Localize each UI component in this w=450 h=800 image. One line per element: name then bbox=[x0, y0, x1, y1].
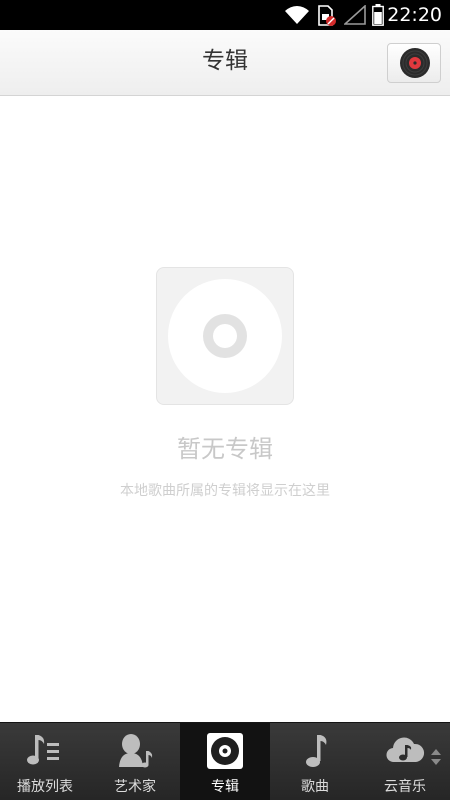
playlist-icon bbox=[25, 731, 65, 775]
status-bar: 22:20 bbox=[0, 0, 450, 30]
more-tabs-arrows-icon[interactable] bbox=[430, 747, 442, 771]
battery-icon bbox=[372, 4, 384, 30]
page-title: 专辑 bbox=[202, 48, 248, 74]
app-screen: 22:20 专辑 暂无专辑 本地歌曲所属的专辑将显示在这里 播放列表 艺术家 专… bbox=[0, 0, 450, 800]
tab-songs[interactable]: 歌曲 bbox=[270, 723, 360, 800]
empty-state-description: 本地歌曲所属的专辑将显示在这里 bbox=[120, 483, 330, 499]
bottom-tab-bar: 播放列表 艺术家 专辑 歌曲 云音乐 bbox=[0, 722, 450, 800]
cloud-music-icon bbox=[385, 731, 425, 775]
title-bar: 专辑 bbox=[0, 30, 450, 96]
empty-state-title: 暂无专辑 bbox=[177, 435, 273, 463]
vinyl-record-icon bbox=[400, 48, 430, 78]
status-clock: 22:20 bbox=[387, 4, 442, 26]
tab-label: 歌曲 bbox=[301, 779, 329, 795]
tab-label: 播放列表 bbox=[17, 779, 73, 795]
tab-label: 艺术家 bbox=[114, 779, 156, 795]
tab-artist[interactable]: 艺术家 bbox=[90, 723, 180, 800]
sim-card-blocked-icon bbox=[317, 5, 337, 31]
tab-label: 专辑 bbox=[211, 779, 239, 795]
album-icon bbox=[205, 731, 245, 775]
empty-album-art bbox=[156, 267, 294, 405]
wifi-icon bbox=[284, 5, 310, 29]
tab-playlist[interactable]: 播放列表 bbox=[0, 723, 90, 800]
tab-cloud-music[interactable]: 云音乐 bbox=[360, 723, 450, 800]
cd-disc-icon bbox=[168, 279, 282, 393]
music-note-icon bbox=[295, 731, 335, 775]
tab-label: 云音乐 bbox=[384, 779, 426, 795]
artist-icon bbox=[115, 731, 155, 775]
cell-signal-empty-icon bbox=[342, 4, 366, 29]
tab-album[interactable]: 专辑 bbox=[180, 723, 270, 800]
now-playing-button[interactable] bbox=[387, 43, 441, 83]
